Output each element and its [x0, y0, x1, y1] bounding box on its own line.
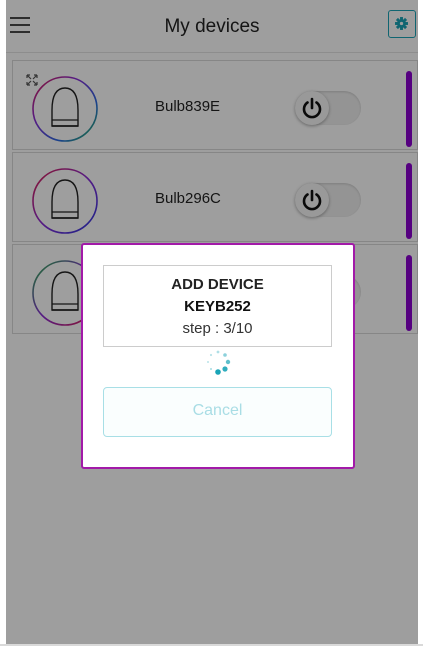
progress-panel: ADD DEVICE KEYB252 step : 3/10: [103, 265, 332, 347]
dialog-title: ADD DEVICE: [171, 276, 264, 293]
add-device-dialog: ADD DEVICE KEYB252 step : 3/10 Cancel: [81, 243, 355, 469]
cancel-button[interactable]: Cancel: [103, 387, 332, 437]
device-id: KEYB252: [184, 298, 251, 315]
loading-spinner-icon: [207, 350, 231, 375]
step-counter: step : 3/10: [182, 320, 253, 337]
app-screen: My devices Bulb839E Bulb296C ADD DEVICE …: [6, 0, 418, 646]
